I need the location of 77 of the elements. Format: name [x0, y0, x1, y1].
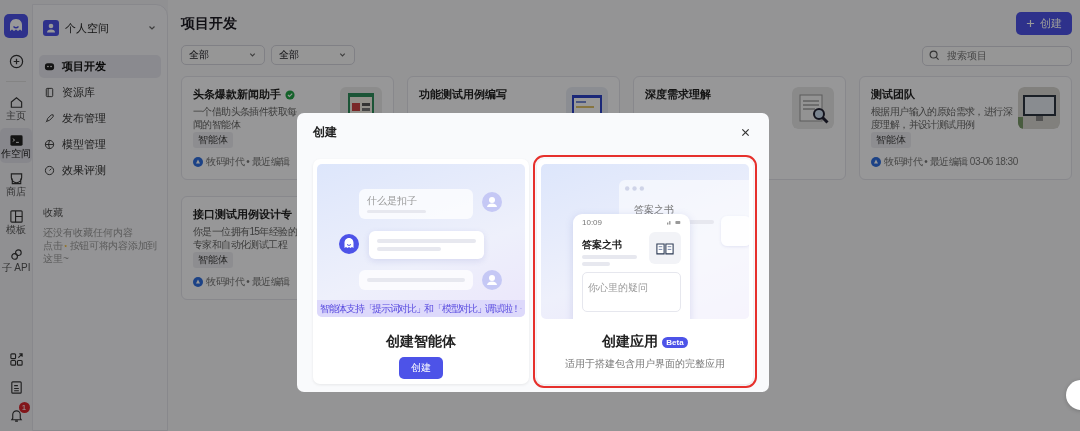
terminal-icon [8, 133, 24, 148]
project-title: 测试团队 [871, 87, 915, 102]
create-button[interactable]: 创建 [399, 357, 443, 379]
section-title: 收藏 [43, 206, 64, 220]
option-title: 创建应用 [602, 333, 659, 351]
project-description: 根据用户输入的原始需求，进行深 [871, 105, 1012, 118]
project-card[interactable]: 测试团队 根据用户输入的原始需求，进行深 度理解，并设计测试用例 智能体 牧码时代 • 最近编辑 03-06 18:30 [859, 76, 1072, 180]
status-icons [667, 220, 681, 225]
apps-icon[interactable] [8, 352, 24, 367]
app-name: 答案之书 [582, 238, 623, 252]
user-avatar-icon [482, 270, 502, 290]
workspace-selector[interactable]: 个人空间 [39, 17, 161, 39]
project-title: 功能测试用例编写 [419, 87, 507, 102]
search-field[interactable]: 搜索项目 [922, 45, 1072, 66]
filter-dropdown[interactable]: 全部 [271, 45, 355, 65]
banner-text: 智能体支持「提示词对比」和「模型对比」调试啦！ [320, 301, 521, 316]
nav-item[interactable]: 项目开发 [39, 55, 161, 78]
option-description: 适用于搭建包含用户界面的完整应用 [565, 357, 725, 371]
type-tag: 智能体 [193, 132, 233, 148]
project-title: 头条爆款新闻助手 [193, 87, 281, 102]
author-info: 牧码时代 • 最近编辑 03-06 18:30 [884, 155, 1018, 169]
project-title: 接口测试用例设计专 [193, 207, 292, 222]
document-icon[interactable] [8, 380, 24, 395]
type-tag: 智能体 [871, 132, 911, 148]
project-title: 深度需求理解 [645, 87, 711, 102]
nav-item[interactable]: 效果评测 [39, 159, 161, 182]
create-button[interactable]: 创建 [1016, 12, 1072, 35]
project-description: 闻的智能体 [193, 118, 240, 131]
author-info: 牧码时代 • 最近编辑 [206, 155, 290, 169]
type-tag: 智能体 [193, 252, 233, 268]
chevron-down-icon [248, 50, 257, 60]
layout-icon [8, 209, 24, 224]
filter-dropdown[interactable]: 全部 [181, 45, 265, 65]
nav-item[interactable]: 模型管理 [39, 133, 161, 156]
rail-item[interactable]: 主页 [0, 90, 32, 125]
project-description: 你是一位拥有15年经验的 [193, 225, 297, 238]
globe-icon [44, 139, 55, 150]
book-icon [656, 241, 674, 255]
project-description: 度理解，并设计测试用例 [871, 118, 975, 131]
beta-badge: Beta [662, 336, 688, 348]
option-card[interactable]: 什么是扣子 智能体支持「提示词对比」和「模型对比」调试啦！ 创建智能体 创建 [313, 159, 529, 384]
add-icon[interactable] [8, 54, 24, 69]
user-icon [43, 20, 59, 36]
option-title: 创建智能体 [386, 333, 456, 351]
rail-item[interactable]: 模板 [0, 204, 32, 239]
window-dots-icon [625, 186, 647, 191]
notification-badge: 1 [18, 402, 30, 413]
avatar-icon [193, 157, 203, 167]
home-icon [8, 95, 24, 110]
close-icon[interactable] [741, 127, 750, 137]
rail-item[interactable]: 子 API [0, 242, 32, 277]
project-description: 专家和自动化测试工程 [193, 238, 287, 251]
rail-item[interactable]: 作空间 [0, 128, 32, 163]
app-name: 答案之书 [634, 204, 674, 215]
project-description: 一个借助头条插件获取每 [193, 105, 297, 118]
nav-item[interactable]: 资源库 [39, 81, 161, 104]
rail-item[interactable]: 商店 [0, 166, 32, 201]
gauge-icon [44, 165, 55, 176]
status-time: 10:09 [582, 218, 603, 227]
avatar-icon [871, 157, 881, 167]
avatar-icon [193, 277, 203, 287]
plus-icon [1026, 19, 1035, 28]
bot-logo-icon [339, 234, 359, 254]
store-icon [8, 171, 24, 186]
author-info: 牧码时代 • 最近编辑 [206, 275, 290, 289]
bot-icon [44, 61, 55, 72]
link-icon [8, 247, 24, 262]
logo-icon[interactable] [4, 14, 28, 38]
nav-item[interactable]: 发布管理 [39, 107, 161, 130]
page-title: 项目开发 [181, 14, 237, 33]
field-placeholder: 你心里的疑问 [588, 282, 648, 293]
chevron-down-icon [338, 50, 347, 60]
dialog-title: 创建 [313, 123, 337, 141]
user-avatar-icon [482, 192, 502, 212]
bell-icon[interactable] [8, 408, 24, 423]
search-icon [929, 49, 940, 61]
book-icon [44, 87, 55, 98]
